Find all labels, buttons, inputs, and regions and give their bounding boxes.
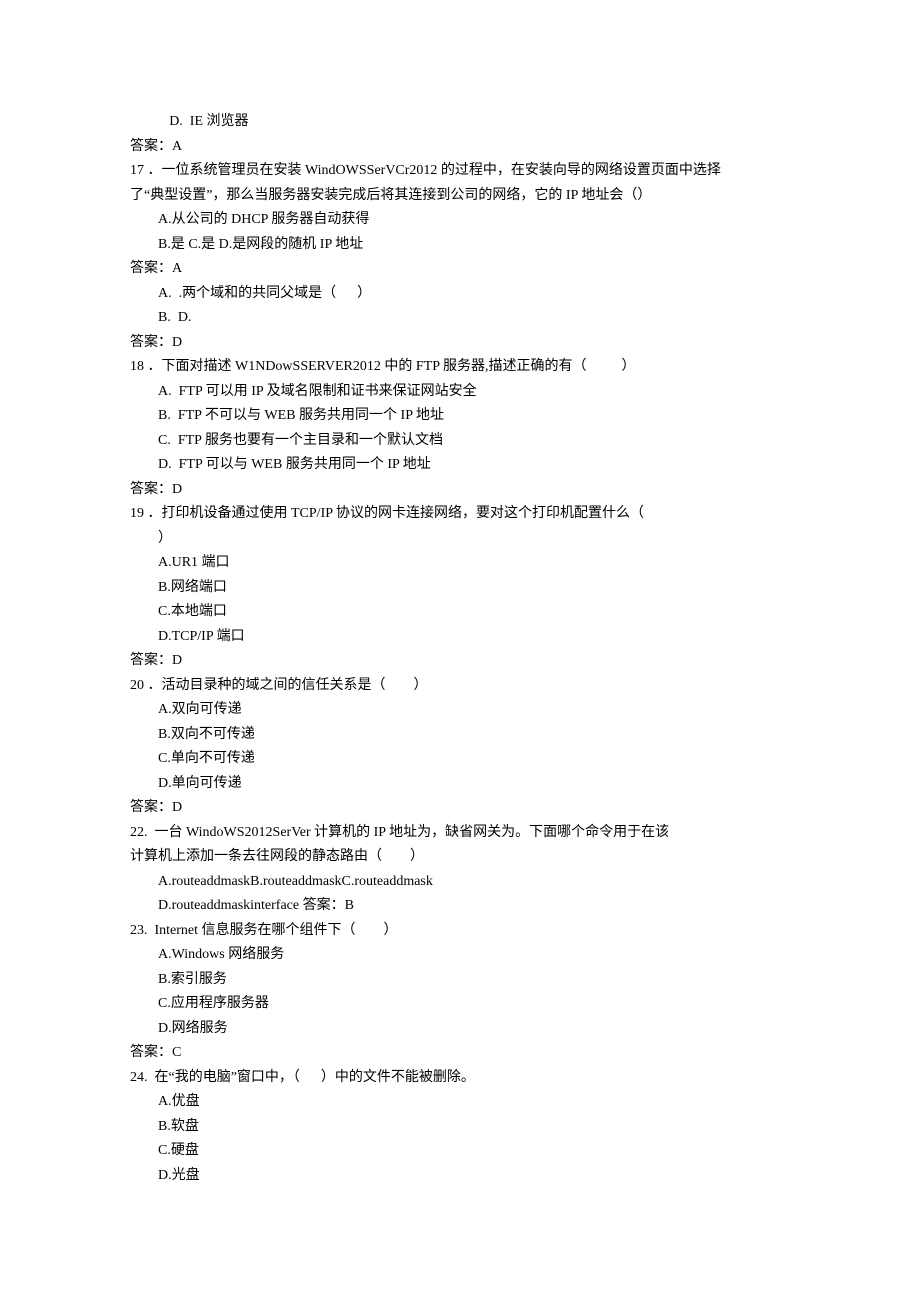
question-text: 22. 一台 WindoWS2012SerVer 计算机的 IP 地址为，缺省网… <box>130 821 790 846</box>
question-text: 20 ．活动目录种的域之间的信任关系是（ ） <box>130 674 790 699</box>
answer-text: 答案：C <box>130 1041 790 1066</box>
option-text: A. FTP 可以用 IP 及域名限制和证书来保证网站安全 <box>130 380 790 405</box>
option-text: C.本地端口 <box>130 600 790 625</box>
question-text: 24. 在“我的电脑”窗口中，（ ）中的文件不能被删除。 <box>130 1066 790 1091</box>
question-text: 23. Internet 信息服务在哪个组件下（ ） <box>130 919 790 944</box>
option-text: B.软盘 <box>130 1115 790 1140</box>
option-text: D.单向可传递 <box>130 772 790 797</box>
option-text: B. D. <box>130 306 790 331</box>
option-text: B.是 C.是 D.是网段的随机 IP 地址 <box>130 233 790 258</box>
option-text: B.索引服务 <box>130 968 790 993</box>
option-text: D.routeaddmaskinterface 答案：B <box>130 894 790 919</box>
option-text: B.双向不可传递 <box>130 723 790 748</box>
option-text: C. FTP 服务也要有一个主目录和一个默认文档 <box>130 429 790 454</box>
question-text: 18 ．下面对描述 W1NDowSSERVER2012 中的 FTP 服务器,描… <box>130 355 790 380</box>
option-text: C.硬盘 <box>130 1139 790 1164</box>
option-text: D. FTP 可以与 WEB 服务共用同一个 IP 地址 <box>130 453 790 478</box>
question-text: 17 ．一位系统管理员在安装 WindOWSSerVCr2012 的过程中，在安… <box>130 159 790 184</box>
document-page: D. IE 浏览器 答案：A 17 ．一位系统管理员在安装 WindOWSSer… <box>0 0 920 1301</box>
question-text: 了“典型设置”，那么当服务器安装完成后将其连接到公司的网络，它的 IP 地址会（… <box>130 184 790 209</box>
option-text: A.优盘 <box>130 1090 790 1115</box>
answer-text: 答案：A <box>130 135 790 160</box>
option-text: A.UR1 端口 <box>130 551 790 576</box>
option-text: A.Windows 网络服务 <box>130 943 790 968</box>
option-text: C.单向不可传递 <box>130 747 790 772</box>
question-text: 计算机上添加一条去往网段的静态路由（ ） <box>130 845 790 870</box>
option-text: C.应用程序服务器 <box>130 992 790 1017</box>
option-text: A.从公司的 DHCP 服务器自动获得 <box>130 208 790 233</box>
answer-text: 答案：D <box>130 796 790 821</box>
question-text: 19 ．打印机设备通过使用 TCP/IP 协议的网卡连接网络，要对这个打印机配置… <box>130 502 790 527</box>
answer-text: 答案：D <box>130 478 790 503</box>
question-text: ） <box>130 527 790 552</box>
answer-text: 答案：A <box>130 257 790 282</box>
option-text: D. IE 浏览器 <box>130 110 790 135</box>
answer-text: 答案：D <box>130 331 790 356</box>
option-text: A. .两个域和的共同父域是（ ） <box>130 282 790 307</box>
option-text: D.光盘 <box>130 1164 790 1189</box>
option-text: A.双向可传递 <box>130 698 790 723</box>
option-text: D.TCP/IP 端口 <box>130 625 790 650</box>
answer-text: 答案：D <box>130 649 790 674</box>
option-text: D.网络服务 <box>130 1017 790 1042</box>
option-text: B.网络端口 <box>130 576 790 601</box>
option-text: B. FTP 不可以与 WEB 服务共用同一个 IP 地址 <box>130 404 790 429</box>
option-text: A.routeaddmaskB.routeaddmaskC.routeaddma… <box>130 870 790 895</box>
